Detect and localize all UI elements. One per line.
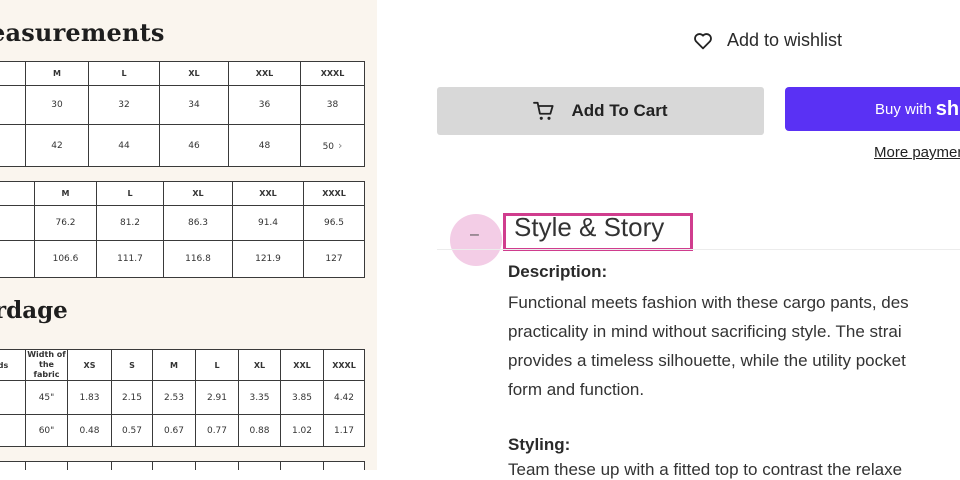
measurements-table-cm: M L XL XXL XXXL 76.2 81.2 86.3 91.4 96.5… xyxy=(0,181,365,278)
yardage-heading: rdage xyxy=(0,297,68,324)
divider xyxy=(437,249,960,250)
table-row: 30 32 34 36 38 xyxy=(0,85,365,125)
chevron-right-icon: › xyxy=(338,139,343,152)
table-row: 45" 1.83 2.15 2.53 2.91 3.35 3.85 4.42 xyxy=(0,380,365,415)
minus-icon: – xyxy=(470,226,479,243)
wishlist-label: Add to wishlist xyxy=(727,30,843,50)
add-to-wishlist-button[interactable]: Add to wishlist xyxy=(693,30,842,51)
add-to-cart-label: Add To Cart xyxy=(571,101,668,120)
add-to-cart-button[interactable]: Add To Cart xyxy=(437,87,764,135)
heart-icon xyxy=(694,32,712,49)
cart-icon xyxy=(533,101,555,120)
measurements-heading: easurements xyxy=(0,18,165,47)
styling-text: Team these up with a fitted top to contr… xyxy=(508,460,903,479)
yardage-table-next xyxy=(0,461,365,470)
measurements-table-inches: M L XL XXL XXXL 30 32 34 36 38 42 44 46 … xyxy=(0,61,365,167)
accordion-title[interactable]: Style & Story xyxy=(514,212,664,243)
description-text: Functional meets fashion with these carg… xyxy=(508,293,909,399)
table-row: 76.2 81.2 86.3 91.4 96.5 xyxy=(0,205,365,241)
description-label: Description: xyxy=(508,262,608,281)
size-chart-image: easurements M L XL XXL XXXL 30 32 34 36 … xyxy=(0,0,377,470)
more-payment-options-link[interactable]: More paymen xyxy=(874,144,960,161)
yardage-table: ds Width of the fabric XS S M L XL XXL X… xyxy=(0,349,365,447)
table-row: 42 44 46 48 50 › xyxy=(0,124,365,167)
buy-with-label: Buy with xyxy=(875,100,932,118)
styling-label: Styling: xyxy=(508,435,571,454)
shop-brand-logo: sh xyxy=(935,97,960,120)
table-row: 60" 0.48 0.57 0.67 0.77 0.88 1.02 1.17 xyxy=(0,414,365,447)
table-row: 106.6 111.7 116.8 121.9 127 xyxy=(0,240,365,278)
accordion-toggle[interactable]: – xyxy=(450,214,502,266)
buy-with-shop-button[interactable]: Buy with sh xyxy=(785,87,960,131)
